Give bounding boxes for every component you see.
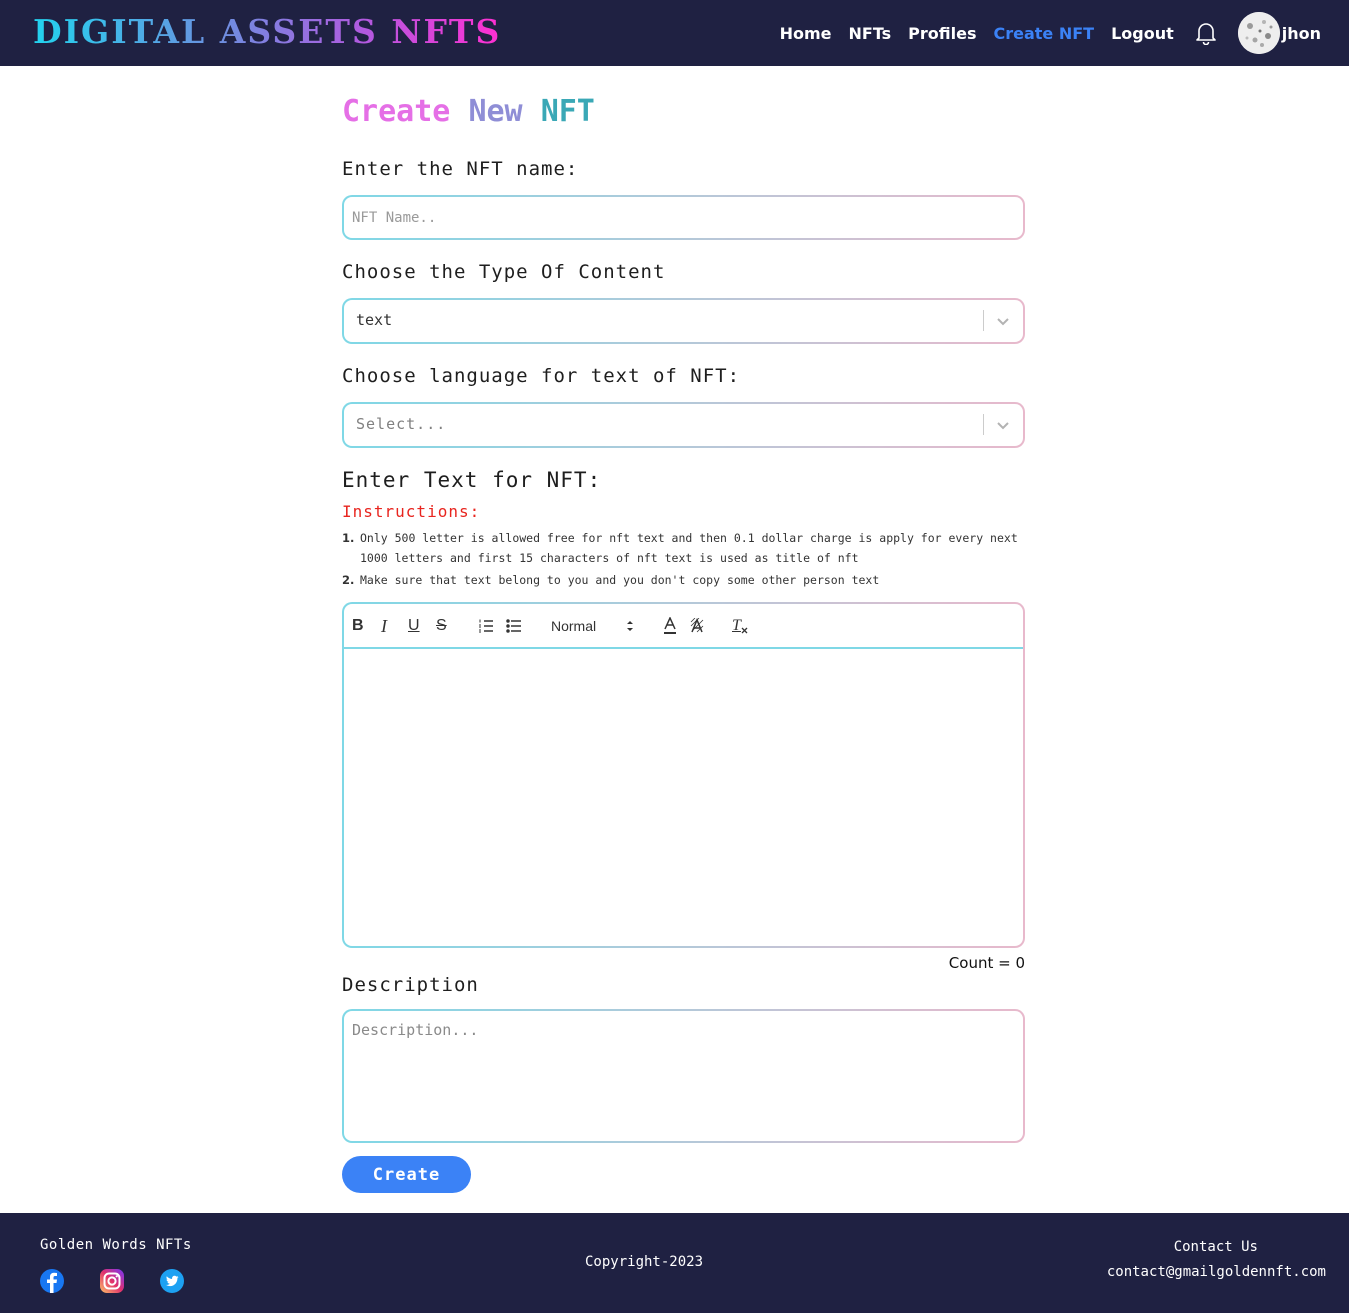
chevron-down-icon[interactable] xyxy=(995,313,1011,329)
footer-brand: Golden Words NFTs xyxy=(40,1237,192,1253)
sort-arrows-icon[interactable] xyxy=(626,616,634,636)
footer: Golden Words NFTs Copyright-2023 Contact… xyxy=(0,1213,1349,1313)
text-color-icon[interactable] xyxy=(662,616,678,636)
instruction-text: Only 500 letter is allowed free for nft … xyxy=(360,531,1018,565)
language-label: Choose language for text of NFT: xyxy=(342,365,741,387)
list-item: 2. Make sure that text belong to you and… xyxy=(342,570,1025,590)
page-title-word: New xyxy=(468,94,523,129)
editor-text-area[interactable] xyxy=(344,649,1023,946)
select-separator xyxy=(983,414,984,435)
avatar[interactable] xyxy=(1237,12,1280,54)
bold-button[interactable]: B xyxy=(352,616,364,636)
content-type-select[interactable]: text xyxy=(342,298,1025,344)
facebook-icon[interactable] xyxy=(39,1268,65,1294)
language-select[interactable]: Select... xyxy=(342,402,1025,448)
nav-create-nft[interactable]: Create NFT xyxy=(993,24,1094,43)
description-label: Description xyxy=(342,974,479,996)
nav-links: Home NFTs Profiles Create NFT Logout jho… xyxy=(763,0,1321,66)
ordered-list-icon[interactable] xyxy=(478,616,494,636)
social-links xyxy=(39,1268,219,1294)
navbar: DIGITAL ASSETS NFTS Home NFTs Profiles C… xyxy=(0,0,1349,66)
nav-profiles[interactable]: Profiles xyxy=(908,24,976,43)
strike-button[interactable]: S xyxy=(436,616,447,636)
create-button[interactable]: Create xyxy=(342,1156,471,1193)
background-color-icon[interactable] xyxy=(689,616,705,636)
page-title-word: NFT xyxy=(540,94,595,129)
contact-title: Contact Us xyxy=(1173,1239,1258,1255)
instructions-title: Instructions: xyxy=(342,502,481,521)
brand-logo[interactable]: DIGITAL ASSETS NFTS xyxy=(33,12,501,52)
rich-text-editor: B I U S Normal T xyxy=(342,602,1025,948)
header-select[interactable]: Normal xyxy=(551,616,596,636)
bell-icon[interactable] xyxy=(1194,21,1218,45)
chevron-down-icon[interactable] xyxy=(995,417,1011,433)
page-title: Create New NFT xyxy=(342,94,595,130)
clean-format-button[interactable]: T xyxy=(732,616,748,636)
twitter-icon[interactable] xyxy=(159,1268,185,1294)
select-separator xyxy=(983,310,984,331)
header-select-value: Normal xyxy=(551,618,597,634)
language-placeholder: Select... xyxy=(356,415,447,433)
instruction-text: Make sure that text belong to you and yo… xyxy=(360,573,880,587)
content-type-label: Choose the Type Of Content xyxy=(342,261,666,283)
nav-nfts[interactable]: NFTs xyxy=(849,24,892,43)
description-textarea[interactable] xyxy=(344,1011,1023,1141)
list-number: 2. xyxy=(342,573,355,587)
nav-logout[interactable]: Logout xyxy=(1111,24,1174,43)
instagram-icon[interactable] xyxy=(99,1268,125,1294)
italic-button[interactable]: I xyxy=(381,616,387,636)
user-name[interactable]: jhon xyxy=(1282,24,1321,43)
nft-text-label: Enter Text for NFT: xyxy=(342,468,602,492)
bullet-list-icon[interactable] xyxy=(506,616,522,636)
contact-email[interactable]: contact@gmailgoldennft.com xyxy=(1107,1264,1326,1280)
page-title-word: Create xyxy=(342,94,451,129)
editor-toolbar: B I U S Normal T xyxy=(344,604,1023,649)
list-item: 1. Only 500 letter is allowed free for n… xyxy=(342,528,1025,568)
nft-name-field xyxy=(342,195,1025,240)
nft-name-input[interactable] xyxy=(344,197,1023,238)
character-count: Count = 0 xyxy=(948,954,1025,972)
nft-name-label: Enter the NFT name: xyxy=(342,158,579,180)
clean-format-label: T xyxy=(732,617,741,634)
instructions-list: 1. Only 500 letter is allowed free for n… xyxy=(342,528,1025,592)
underline-button[interactable]: U xyxy=(408,616,420,636)
content-type-value: text xyxy=(356,311,393,329)
description-field xyxy=(342,1009,1025,1143)
copyright: Copyright-2023 xyxy=(585,1254,704,1270)
nav-home[interactable]: Home xyxy=(780,24,832,43)
list-number: 1. xyxy=(342,531,355,545)
